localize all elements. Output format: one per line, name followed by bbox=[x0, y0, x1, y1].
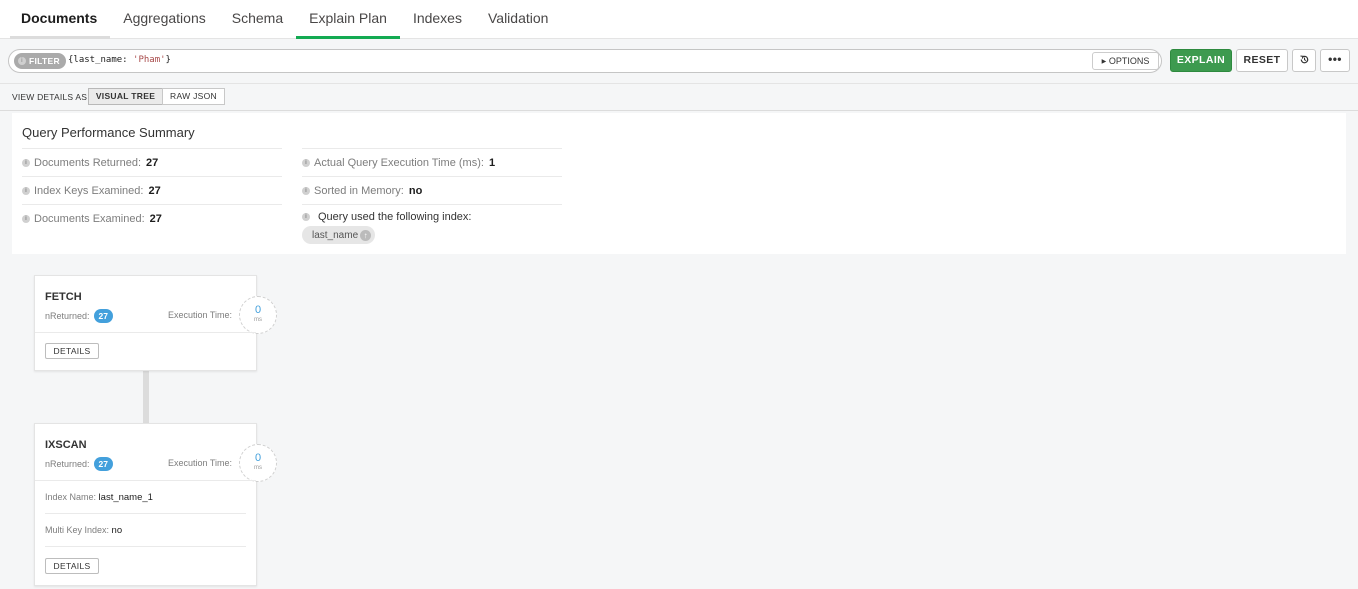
tab-explain-plan[interactable]: Explain Plan bbox=[296, 0, 400, 39]
info-icon[interactable]: i bbox=[22, 186, 30, 195]
query-history-button[interactable] bbox=[1292, 49, 1316, 72]
query-string-value: 'Pham' bbox=[133, 55, 166, 65]
docs-returned-label: Documents Returned: bbox=[34, 156, 141, 169]
docs-examined-value: 27 bbox=[149, 212, 162, 225]
sorted-value: no bbox=[408, 184, 423, 197]
summary-right-column: i Actual Query Execution Time (ms): 1 i … bbox=[302, 148, 562, 246]
nreturned-label: nReturned: bbox=[45, 311, 90, 321]
card-divider bbox=[35, 480, 256, 481]
card-divider bbox=[45, 546, 246, 547]
card-divider bbox=[45, 513, 246, 514]
stage-connector bbox=[143, 371, 149, 424]
index-name-label: Index Name: bbox=[45, 492, 97, 502]
stage-card-ixscan: IXSCAN nReturned: 27 Execution Time: 0 m… bbox=[34, 423, 277, 586]
multikey-value: no bbox=[111, 525, 123, 536]
reset-button[interactable]: RESET bbox=[1236, 49, 1288, 72]
filter-pill: i FILTER bbox=[14, 53, 66, 69]
nreturned-label: nReturned: bbox=[45, 459, 90, 469]
summary-title: Query Performance Summary bbox=[22, 125, 195, 140]
view-details-label: VIEW DETAILS AS bbox=[12, 92, 88, 102]
filter-query-text[interactable]: {last_name: 'Pham'} bbox=[68, 55, 171, 65]
tab-documents[interactable]: Documents bbox=[0, 0, 111, 39]
visual-tree-button[interactable]: VISUAL TREE bbox=[88, 88, 163, 105]
ellipsis-icon: ••• bbox=[1328, 52, 1342, 66]
nreturned-badge: 27 bbox=[93, 309, 113, 323]
query-bar: i FILTER {last_name: 'Pham'} ▶ OPTIONS E… bbox=[0, 39, 1358, 84]
nreturned: nReturned: 27 bbox=[45, 309, 113, 323]
explain-button[interactable]: EXPLAIN bbox=[1170, 49, 1232, 72]
options-label: OPTIONS bbox=[1108, 56, 1150, 66]
info-icon: i bbox=[18, 57, 26, 65]
details-button[interactable]: DETAILS bbox=[45, 558, 99, 574]
execution-time-value: 0 bbox=[254, 304, 262, 316]
exec-time-value: 1 bbox=[488, 156, 496, 169]
tab-schema[interactable]: Schema bbox=[219, 0, 296, 38]
info-icon[interactable]: i bbox=[22, 158, 30, 167]
card-divider bbox=[35, 332, 256, 333]
filter-pill-label: FILTER bbox=[29, 56, 60, 66]
query-suffix: } bbox=[165, 55, 171, 65]
docs-returned-value: 27 bbox=[146, 156, 159, 169]
docs-examined-label: Documents Examined: bbox=[34, 212, 145, 225]
options-button[interactable]: ▶ OPTIONS bbox=[1092, 52, 1159, 70]
index-pill: last_name ↑ bbox=[302, 226, 376, 244]
keys-examined-value: 27 bbox=[148, 184, 161, 197]
tab-validation[interactable]: Validation bbox=[475, 0, 561, 38]
execution-time-clock: 0 ms bbox=[239, 444, 277, 482]
summary-left-column: i Documents Returned: 27 i Index Keys Ex… bbox=[22, 148, 282, 232]
summary-docs-examined: i Documents Examined: 27 bbox=[22, 204, 282, 232]
summary-keys-examined: i Index Keys Examined: 27 bbox=[22, 176, 282, 204]
sorted-label: Sorted in Memory: bbox=[314, 184, 404, 197]
summary-docs-returned: i Documents Returned: 27 bbox=[22, 148, 282, 176]
summary-exec-time: i Actual Query Execution Time (ms): 1 bbox=[302, 148, 562, 176]
history-icon bbox=[1299, 55, 1308, 64]
multikey-label: Multi Key Index: bbox=[45, 525, 110, 535]
info-icon[interactable]: i bbox=[302, 213, 310, 221]
execution-time-label: Execution Time: bbox=[168, 310, 233, 320]
nreturned: nReturned: 27 bbox=[45, 457, 113, 471]
execution-time-unit: ms bbox=[254, 465, 262, 471]
more-options-button[interactable]: ••• bbox=[1320, 49, 1350, 72]
tab-indexes[interactable]: Indexes bbox=[400, 0, 475, 38]
chevron-right-icon: ▶ bbox=[1101, 59, 1107, 65]
execution-time-clock: 0 ms bbox=[239, 296, 277, 334]
arrow-up-icon: ↑ bbox=[360, 229, 372, 241]
keys-examined-label: Index Keys Examined: bbox=[34, 184, 144, 197]
nreturned-badge: 27 bbox=[93, 457, 113, 471]
index-pill-name: last_name bbox=[312, 229, 359, 241]
query-prefix: {last_name: bbox=[68, 55, 134, 65]
info-icon[interactable]: i bbox=[22, 214, 30, 223]
filter-input[interactable]: i FILTER {last_name: 'Pham'} ▶ OPTIONS bbox=[8, 49, 1162, 73]
execution-time-unit: ms bbox=[254, 317, 262, 323]
multikey-row: Multi Key Index: no bbox=[45, 525, 122, 536]
index-used-label: Query used the following index: bbox=[318, 211, 472, 223]
execution-time-label: Execution Time: bbox=[168, 458, 233, 468]
query-performance-summary: Query Performance Summary i Documents Re… bbox=[12, 113, 1346, 254]
tab-bar: Documents Aggregations Schema Explain Pl… bbox=[0, 0, 1358, 39]
info-icon[interactable]: i bbox=[302, 158, 310, 167]
stage-card-fetch: FETCH nReturned: 27 Execution Time: 0 ms… bbox=[34, 275, 277, 371]
tab-aggregations[interactable]: Aggregations bbox=[110, 0, 219, 38]
raw-json-button[interactable]: RAW JSON bbox=[162, 88, 225, 105]
info-icon[interactable]: i bbox=[302, 186, 310, 195]
view-details-bar: VIEW DETAILS AS VISUAL TREE RAW JSON bbox=[0, 84, 1358, 111]
index-name-row: Index Name: last_name_1 bbox=[45, 492, 153, 503]
stage-name: IXSCAN bbox=[45, 439, 87, 451]
details-button[interactable]: DETAILS bbox=[45, 343, 99, 359]
stage-name: FETCH bbox=[45, 291, 82, 303]
summary-sorted-in-memory: i Sorted in Memory: no bbox=[302, 176, 562, 204]
summary-index-used: i Query used the following index: last_n… bbox=[302, 204, 562, 246]
execution-time-value: 0 bbox=[254, 452, 262, 464]
exec-time-label: Actual Query Execution Time (ms): bbox=[314, 156, 484, 169]
index-name-value: last_name_1 bbox=[98, 492, 153, 503]
